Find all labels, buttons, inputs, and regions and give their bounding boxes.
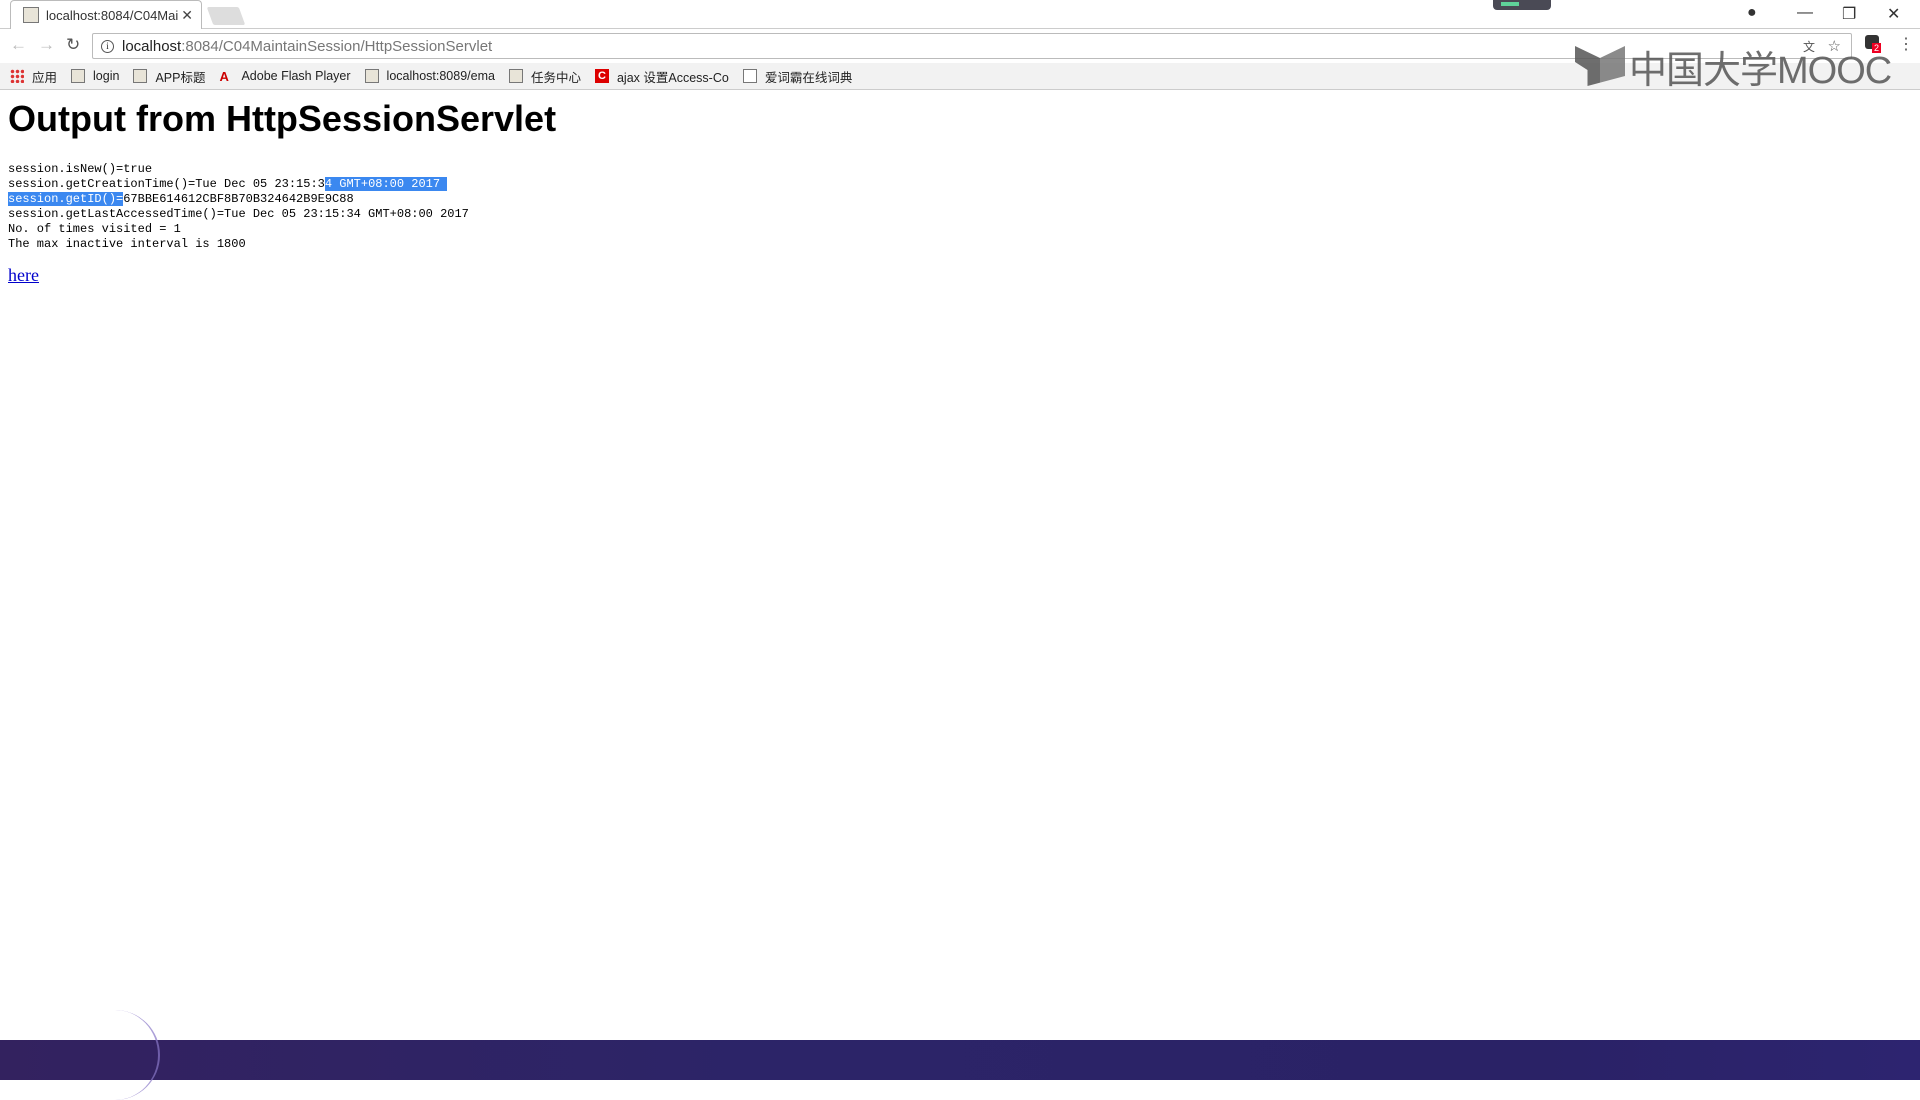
bookmark-label: 爱词霸在线词典 bbox=[764, 70, 853, 85]
apps-icon bbox=[10, 69, 24, 83]
last-accessed-line: session.getLastAccessedTime()=Tue Dec 05… bbox=[8, 207, 469, 221]
tab-title: localhost:8084/C04Mai bbox=[46, 7, 179, 23]
mooc-logo-icon bbox=[1575, 46, 1625, 86]
new-tab-button[interactable] bbox=[206, 7, 246, 25]
close-tab-icon[interactable]: ✕ bbox=[181, 7, 193, 24]
bookmark-login[interactable]: login bbox=[71, 69, 119, 83]
close-window-button[interactable]: ✕ bbox=[1887, 4, 1900, 24]
url-path: :8084/C04MaintainSession/HttpSessionServ… bbox=[181, 37, 493, 55]
bookmark-label: Adobe Flash Player bbox=[241, 69, 351, 83]
profile-icon[interactable]: ● bbox=[1747, 4, 1757, 22]
page-icon bbox=[508, 69, 523, 83]
bookmark-label: APP标题 bbox=[155, 70, 206, 85]
session-id-value: 67BBE614612CBF8B70B324642B9E9C88 bbox=[123, 192, 354, 206]
session-id-line: session.getID()=67BBE614612CBF8B70B32464… bbox=[8, 192, 556, 207]
document-icon bbox=[742, 69, 757, 83]
bookmark-adobe-flash[interactable]: A Adobe Flash Player bbox=[219, 69, 351, 84]
session-output: session.isNew()=true session.getCreationT… bbox=[8, 162, 556, 252]
page-icon bbox=[71, 69, 86, 83]
adobe-icon: A bbox=[219, 69, 229, 84]
bookmark-label: 应用 bbox=[32, 70, 58, 85]
visits-line: No. of times visited = 1 bbox=[8, 222, 181, 236]
page-icon bbox=[364, 69, 379, 83]
menu-icon[interactable]: ⋮ bbox=[1898, 34, 1914, 54]
url-host: localhost bbox=[122, 37, 182, 55]
info-icon[interactable]: i bbox=[101, 39, 114, 53]
bookmark-app-title[interactable]: APP标题 bbox=[133, 67, 205, 86]
page-content: Output from HttpSessionServlet session.i… bbox=[8, 96, 556, 286]
bookmark-label: 任务中心 bbox=[530, 70, 581, 85]
bookmark-iciba[interactable]: 爱词霸在线词典 bbox=[742, 67, 853, 86]
red-c-icon: C bbox=[594, 69, 609, 83]
creation-time-line: session.getCreationTime()=Tue Dec 05 23:… bbox=[8, 177, 556, 192]
page-title: Output from HttpSessionServlet bbox=[8, 98, 557, 139]
bookmark-label: login bbox=[93, 69, 120, 83]
minimize-button[interactable]: — bbox=[1797, 4, 1813, 22]
bookmark-task-center[interactable]: 任务中心 bbox=[508, 67, 581, 86]
interval-line: The max inactive interval is 1800 bbox=[8, 237, 246, 251]
tab-strip: localhost:8084/C04Mai ✕ ● — ❐ ✕ bbox=[0, 0, 1920, 29]
forward-button[interactable]: → bbox=[38, 35, 55, 55]
decorative-arc bbox=[70, 1010, 160, 1100]
reload-button[interactable]: ↻ bbox=[66, 35, 80, 55]
page-icon bbox=[133, 69, 148, 83]
restore-button[interactable]: ❐ bbox=[1842, 4, 1856, 24]
bookmark-apps[interactable]: 应用 bbox=[10, 67, 57, 86]
creation-text: session.getCreationTime()=Tue Dec 05 23:… bbox=[8, 177, 325, 191]
is-new-line: session.isNew()=true bbox=[8, 162, 153, 176]
selected-text: 4 GMT+08:00 2017 bbox=[324, 177, 448, 191]
browser-tab[interactable]: localhost:8084/C04Mai ✕ bbox=[10, 0, 202, 29]
bookmark-label: localhost:8089/ema bbox=[386, 69, 495, 83]
here-link[interactable]: here bbox=[8, 265, 39, 286]
bookmark-ajax[interactable]: Cajax 设置Access-Co bbox=[594, 67, 729, 86]
watermark-text: 中国大学MOOC bbox=[1629, 49, 1892, 92]
video-footer-bar bbox=[0, 1010, 1920, 1100]
mooc-watermark: 中国大学MOOC bbox=[1575, 44, 1892, 92]
bookmark-localhost-8089[interactable]: localhost:8089/ema bbox=[364, 69, 495, 83]
selected-text: session.getID()= bbox=[8, 192, 124, 206]
favicon-icon bbox=[23, 7, 39, 23]
back-button[interactable]: ← bbox=[10, 35, 27, 55]
network-meter bbox=[1493, 0, 1551, 10]
bookmark-label: ajax 设置Access-Co bbox=[616, 70, 729, 85]
